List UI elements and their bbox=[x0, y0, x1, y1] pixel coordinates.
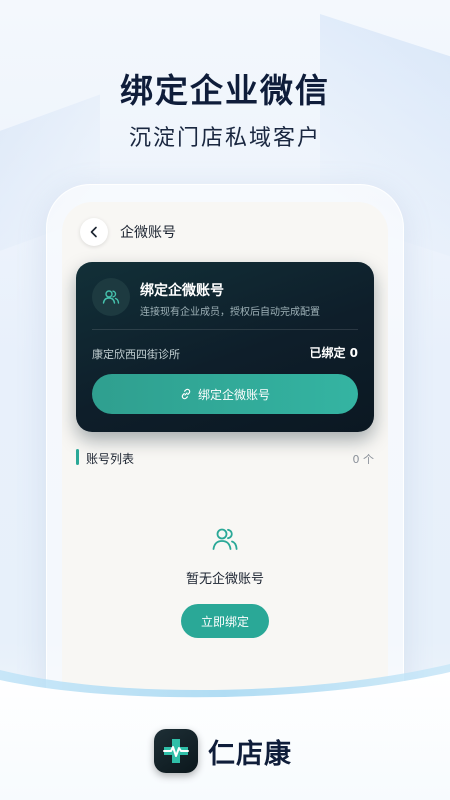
bind-card-description: 连接现有企业成员，授权后自动完成配置 bbox=[140, 307, 320, 318]
users-icon bbox=[212, 528, 238, 550]
bind-now-button[interactable]: 立即绑定 bbox=[181, 604, 269, 638]
nav-bar: 企微账号 bbox=[62, 202, 388, 260]
empty-state-text: 暂无企微账号 bbox=[185, 572, 264, 587]
account-list-header: 账号列表 0 个 bbox=[76, 448, 374, 466]
brand: 仁店康 bbox=[154, 727, 292, 775]
promo-headline: 绑定企业微信 bbox=[120, 71, 330, 110]
chevron-left-icon bbox=[90, 226, 97, 238]
bind-account-button[interactable]: 绑定企微账号 bbox=[92, 374, 358, 414]
clinic-name: 康定欣西四街诊所 bbox=[92, 348, 180, 361]
link-icon bbox=[181, 388, 191, 400]
section-accent-bar bbox=[76, 449, 79, 465]
back-button[interactable] bbox=[80, 218, 108, 246]
page-title: 企微账号 bbox=[120, 225, 176, 241]
account-list-count: 0 个 bbox=[352, 453, 375, 466]
bind-card-title: 绑定企微账号 bbox=[140, 283, 224, 299]
bottom-wave bbox=[0, 664, 450, 800]
brand-name: 仁店康 bbox=[208, 738, 292, 770]
bound-status: 已绑定 0 bbox=[309, 346, 358, 360]
users-icon bbox=[92, 278, 130, 316]
bind-account-button-label: 绑定企微账号 bbox=[197, 387, 270, 402]
bind-card: 绑定企微账号 连接现有企业成员，授权后自动完成配置 康定欣西四街诊所 已绑定 0… bbox=[76, 262, 374, 432]
medical-cross-pulse-icon bbox=[154, 729, 198, 773]
promo-subline: 沉淀门店私域客户 bbox=[128, 126, 321, 151]
card-divider bbox=[92, 329, 358, 330]
account-list-title: 账号列表 bbox=[86, 452, 135, 466]
